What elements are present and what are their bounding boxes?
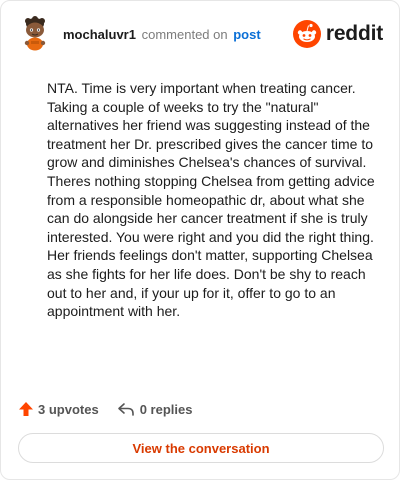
post-link[interactable]: post xyxy=(233,27,260,42)
reply-arrow-icon xyxy=(117,403,134,416)
comment-header: mochaluvr1 commented on post reddit xyxy=(17,15,383,55)
upvote-count: 3 upvotes xyxy=(38,401,99,417)
comment-card: mochaluvr1 commented on post reddit NTA.… xyxy=(0,0,400,480)
comment-body: NTA. Time is very important when treatin… xyxy=(47,80,375,320)
reddit-logo[interactable]: reddit xyxy=(292,19,383,49)
avatar[interactable] xyxy=(17,15,53,51)
username-link[interactable]: mochaluvr1 xyxy=(63,27,136,42)
reddit-snoo-icon xyxy=(292,20,321,48)
view-conversation-button[interactable]: View the conversation xyxy=(18,433,384,463)
reply-count: 0 replies xyxy=(139,401,193,417)
action-text: commented on xyxy=(141,27,228,42)
snoo-avatar-icon xyxy=(24,16,46,51)
byline: mochaluvr1 commented on post xyxy=(63,27,261,42)
upvote-button[interactable]: 3 upvotes xyxy=(18,401,99,417)
comment-actions: 3 upvotes 0 replies xyxy=(18,399,192,419)
reddit-wordmark: reddit xyxy=(325,22,383,45)
upvote-arrow-icon xyxy=(19,402,33,416)
reply-button[interactable]: 0 replies xyxy=(117,401,193,417)
